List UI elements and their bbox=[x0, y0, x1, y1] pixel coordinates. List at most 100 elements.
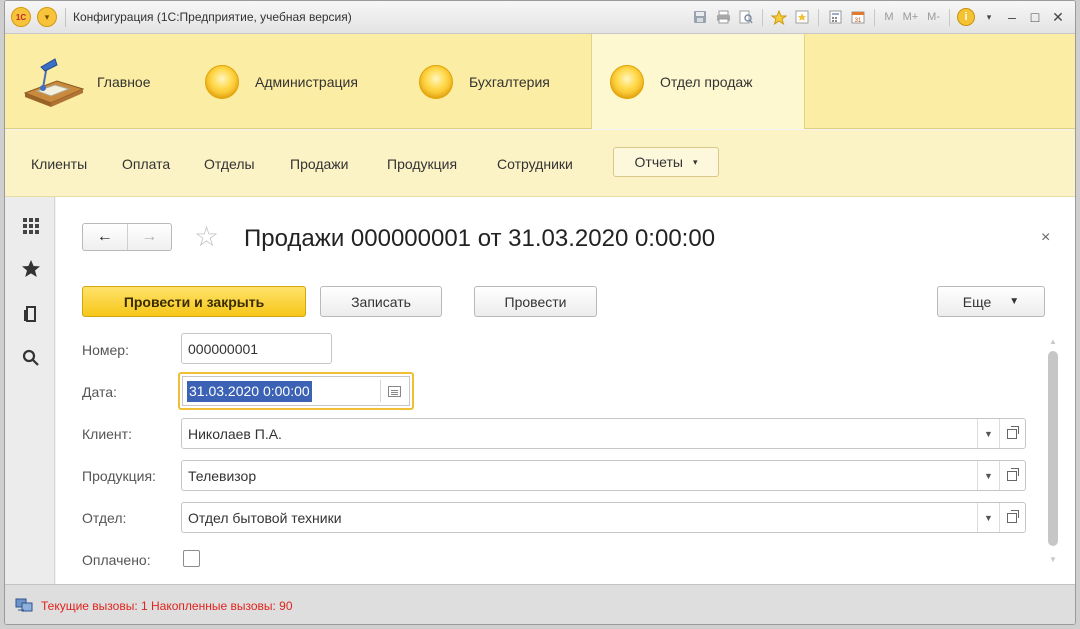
title-separator bbox=[65, 8, 66, 27]
section-label: Главное bbox=[97, 73, 151, 90]
scroll-down-icon[interactable]: ▼ bbox=[1049, 555, 1057, 564]
nav-item-clients[interactable]: Клиенты bbox=[31, 156, 87, 172]
paid-checkbox[interactable] bbox=[183, 550, 200, 567]
memory-button[interactable]: M bbox=[882, 11, 895, 23]
reports-label: Отчеты bbox=[634, 154, 683, 170]
product-field[interactable]: Телевизор ▼ bbox=[181, 460, 1026, 491]
chevron-down-icon: ▼ bbox=[1009, 296, 1020, 307]
nav-item-products[interactable]: Продукция bbox=[387, 156, 457, 172]
save-icon[interactable] bbox=[691, 8, 709, 26]
left-toolbar bbox=[5, 197, 55, 584]
memory-plus-button[interactable]: M+ bbox=[901, 11, 921, 23]
section-accounting[interactable]: Бухгалтерия bbox=[419, 34, 589, 129]
calendar-icon[interactable] bbox=[388, 386, 401, 397]
chevron-down-icon[interactable]: ▼ bbox=[977, 503, 999, 532]
desk-icon bbox=[21, 55, 87, 109]
chevron-down-icon[interactable]: ▼ bbox=[977, 461, 999, 490]
date-label: Дата: bbox=[82, 384, 117, 400]
paid-label: Оплачено: bbox=[82, 552, 151, 568]
section-label: Отдел продаж bbox=[660, 73, 753, 90]
maximize-icon[interactable]: □ bbox=[1026, 8, 1044, 26]
section-label: Бухгалтерия bbox=[469, 73, 550, 90]
back-arrow-icon[interactable]: ← bbox=[83, 224, 128, 250]
section-administration[interactable]: Администрация bbox=[205, 34, 395, 129]
post-button[interactable]: Провести bbox=[474, 286, 597, 317]
department-value: Отдел бытовой техники bbox=[188, 509, 342, 526]
client-label: Клиент: bbox=[82, 426, 132, 442]
search-icon[interactable] bbox=[20, 347, 42, 369]
date-value: 31.03.2020 0:00:00 bbox=[187, 381, 312, 402]
print-icon[interactable] bbox=[714, 8, 732, 26]
close-icon[interactable]: ✕ bbox=[1049, 8, 1067, 26]
section-label: Администрация bbox=[255, 73, 358, 90]
date-field[interactable]: 31.03.2020 0:00:00 bbox=[178, 372, 414, 410]
minimize-icon[interactable]: – bbox=[1003, 8, 1021, 26]
sections-panel: Главное Администрация Бухгалтерия Отдел … bbox=[5, 34, 1075, 129]
reports-button[interactable]: Отчеты ▾ bbox=[613, 147, 719, 177]
nav-item-payment[interactable]: Оплата bbox=[122, 156, 170, 172]
title-toolbar: 31 M M+ M- i ▾ – □ ✕ bbox=[691, 6, 1067, 28]
section-orb-icon bbox=[419, 64, 453, 99]
date-separator bbox=[380, 380, 381, 402]
window-title: Конфигурация (1С:Предприятие, учебная ве… bbox=[73, 10, 352, 24]
info-icon[interactable]: i bbox=[957, 8, 975, 26]
toolbar-separator bbox=[818, 8, 820, 26]
status-bar: Текущие вызовы: 1 Накопленные вызовы: 90 bbox=[5, 584, 1075, 624]
product-value: Телевизор bbox=[188, 467, 257, 484]
star-icon[interactable] bbox=[20, 257, 42, 279]
open-icon[interactable] bbox=[999, 419, 1023, 448]
date-input[interactable]: 31.03.2020 0:00:00 bbox=[182, 376, 410, 406]
nav-item-sales[interactable]: Продажи bbox=[290, 156, 348, 172]
bookmark-icon[interactable] bbox=[793, 8, 811, 26]
server-calls-status: Текущие вызовы: 1 Накопленные вызовы: 90 bbox=[41, 599, 293, 613]
toolbar-separator bbox=[762, 8, 764, 26]
department-label: Отдел: bbox=[82, 510, 127, 526]
favorites-icon[interactable] bbox=[770, 8, 788, 26]
page-title: Продажи 000000001 от 31.03.2020 0:00:00 bbox=[244, 225, 716, 252]
open-icon[interactable] bbox=[999, 503, 1023, 532]
number-label: Номер: bbox=[82, 342, 129, 358]
section-orb-icon bbox=[205, 64, 239, 99]
post-and-close-button[interactable]: Провести и закрыть bbox=[82, 286, 306, 317]
open-icon[interactable] bbox=[999, 461, 1023, 490]
scroll-up-icon[interactable]: ▲ bbox=[1049, 337, 1057, 346]
application-window: 1С ▾ Конфигурация (1С:Предприятие, учебн… bbox=[4, 0, 1076, 625]
more-button[interactable]: Еще ▼ bbox=[937, 286, 1045, 317]
1c-logo-icon[interactable]: 1С bbox=[11, 7, 31, 27]
number-value: 000000001 bbox=[188, 340, 259, 357]
calculator-icon[interactable] bbox=[826, 8, 844, 26]
apps-grid-icon[interactable] bbox=[20, 215, 42, 237]
department-field[interactable]: Отдел бытовой техники ▼ bbox=[181, 502, 1026, 533]
number-field[interactable]: 000000001 bbox=[181, 333, 332, 364]
server-calls-icon[interactable] bbox=[15, 597, 33, 613]
navigation-bar: Клиенты Оплата Отделы Продажи Продукция … bbox=[5, 130, 1075, 197]
toolbar-separator bbox=[949, 8, 950, 26]
title-bar: 1С ▾ Конфигурация (1С:Предприятие, учебн… bbox=[5, 1, 1075, 34]
favorite-star-icon[interactable]: ☆ bbox=[194, 223, 219, 251]
nav-item-employees[interactable]: Сотрудники bbox=[497, 156, 573, 172]
forward-arrow-icon[interactable]: → bbox=[128, 224, 172, 250]
product-label: Продукция: bbox=[82, 468, 156, 484]
nav-item-departments[interactable]: Отделы bbox=[204, 156, 255, 172]
history-icon[interactable] bbox=[20, 303, 42, 325]
chevron-down-icon[interactable]: ▼ bbox=[977, 419, 999, 448]
info-dropdown-icon[interactable]: ▾ bbox=[980, 8, 998, 26]
client-value: Николаев П.А. bbox=[188, 425, 282, 442]
form-scrollbar[interactable]: ▲ ▼ bbox=[1046, 337, 1060, 572]
save-button[interactable]: Записать bbox=[320, 286, 442, 317]
calendar-icon[interactable]: 31 bbox=[849, 8, 867, 26]
section-main[interactable]: Главное bbox=[21, 34, 191, 129]
svg-text:31: 31 bbox=[855, 18, 862, 24]
chevron-down-icon: ▾ bbox=[692, 156, 698, 167]
history-nav: ← → bbox=[82, 223, 172, 251]
section-sales[interactable]: Отдел продаж bbox=[591, 34, 805, 129]
preview-icon[interactable] bbox=[737, 8, 755, 26]
client-field[interactable]: Николаев П.А. ▼ bbox=[181, 418, 1026, 449]
scroll-thumb[interactable] bbox=[1048, 351, 1058, 546]
document-form: ← → ☆ Продажи 000000001 от 31.03.2020 0:… bbox=[56, 197, 1075, 584]
main-menu-icon[interactable]: ▾ bbox=[37, 7, 57, 27]
form-close-icon[interactable]: × bbox=[1041, 229, 1050, 247]
more-label: Еще bbox=[962, 293, 992, 310]
toolbar-separator bbox=[874, 8, 876, 26]
memory-minus-button[interactable]: M- bbox=[925, 11, 942, 23]
